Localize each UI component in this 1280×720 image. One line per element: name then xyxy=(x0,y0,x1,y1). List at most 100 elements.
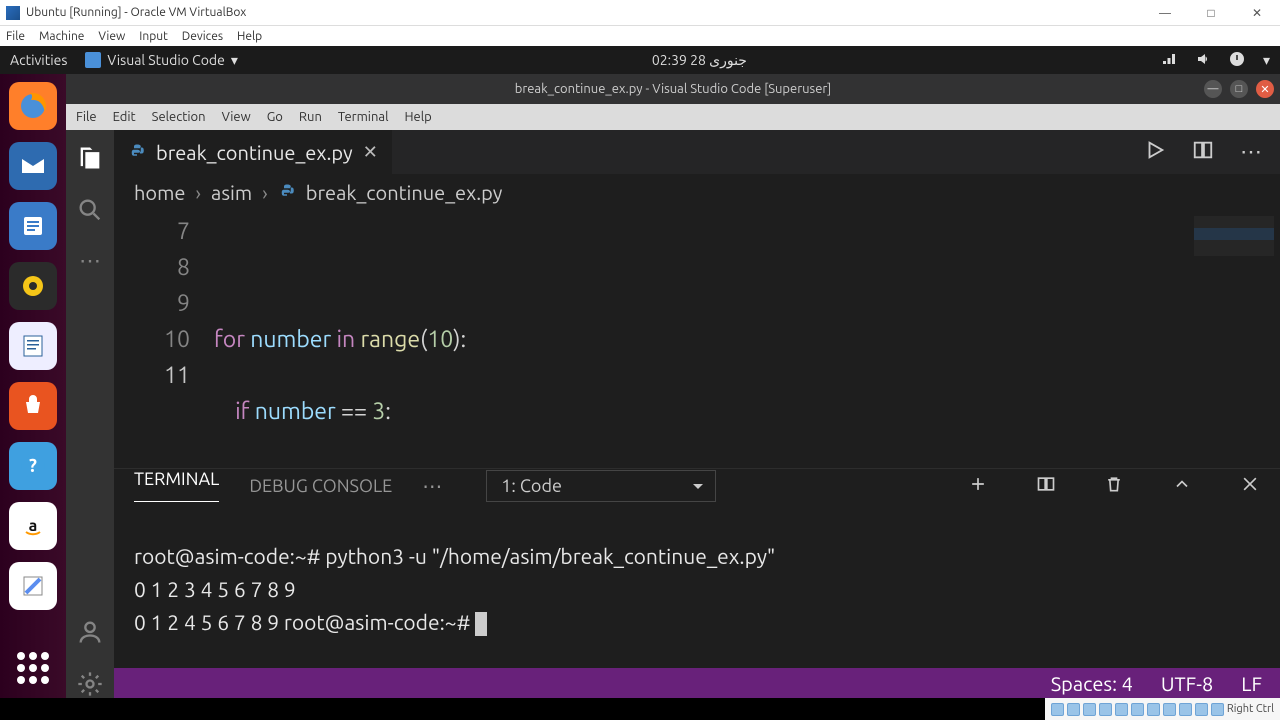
dock-firefox[interactable] xyxy=(9,82,57,130)
chevron-right-icon: › xyxy=(195,181,201,204)
network-icon[interactable] xyxy=(1161,51,1177,70)
dock-rhythmbox[interactable] xyxy=(9,262,57,310)
menu-go[interactable]: Go xyxy=(267,110,283,124)
menu-view[interactable]: View xyxy=(222,110,251,124)
dock-libreoffice-writer[interactable] xyxy=(9,322,57,370)
dock-ubuntu-software[interactable] xyxy=(9,382,57,430)
virtualbox-menubar: File Machine View Input Devices Help xyxy=(0,26,1280,46)
status-bar: Spaces: 4 UTF-8 LF xyxy=(114,668,1280,698)
volume-icon[interactable] xyxy=(1195,51,1211,70)
vbox-menu-view[interactable]: View xyxy=(98,30,125,43)
current-app-menu[interactable]: Visual Studio Code ▾ xyxy=(85,52,237,69)
vscode-titlebar: break_continue_ex.py - Visual Studio Cod… xyxy=(66,74,1280,104)
vbox-menu-devices[interactable]: Devices xyxy=(182,30,223,43)
menu-run[interactable]: Run xyxy=(299,110,322,124)
accounts-icon[interactable] xyxy=(76,618,104,646)
vbox-menu-input[interactable]: Input xyxy=(139,30,168,43)
status-encoding[interactable]: UTF-8 xyxy=(1161,672,1213,695)
tab-filename: break_continue_ex.py xyxy=(156,141,353,164)
panel-tab-debug-console[interactable]: DEBUG CONSOLE xyxy=(249,476,392,496)
svg-text:?: ? xyxy=(29,456,37,476)
breadcrumb-file[interactable]: break_continue_ex.py xyxy=(306,181,503,204)
python-file-icon xyxy=(128,143,146,161)
python-file-icon xyxy=(278,183,296,201)
vscode-maximize-button[interactable]: □ xyxy=(1230,80,1248,98)
settings-gear-icon[interactable] xyxy=(76,670,104,698)
panel-tab-terminal[interactable]: TERMINAL xyxy=(134,469,219,502)
power-icon[interactable] xyxy=(1229,51,1245,70)
vbox-close-button[interactable]: ✕ xyxy=(1234,0,1280,26)
editor-tabs: break_continue_ex.py ✕ ⋯ xyxy=(114,130,1280,174)
close-panel-icon[interactable] xyxy=(1240,474,1260,498)
vbox-status-icon[interactable] xyxy=(1147,703,1160,716)
run-file-icon[interactable] xyxy=(1144,139,1166,165)
split-editor-icon[interactable] xyxy=(1192,139,1214,165)
vbox-status-icon[interactable] xyxy=(1211,703,1224,716)
panel-tabs-more-icon[interactable]: ⋯ xyxy=(422,474,444,498)
dock-amazon[interactable]: a xyxy=(9,502,57,550)
vscode-close-button[interactable]: ✕ xyxy=(1256,80,1274,98)
vbox-status-icon[interactable] xyxy=(1083,703,1096,716)
tab-break-continue[interactable]: break_continue_ex.py ✕ xyxy=(114,130,392,174)
code-content[interactable]: for number in range(10): if number == 3:… xyxy=(214,210,1280,468)
kill-terminal-icon[interactable] xyxy=(1104,474,1124,498)
split-terminal-icon[interactable] xyxy=(1036,474,1056,498)
tab-close-icon[interactable]: ✕ xyxy=(363,142,378,163)
vbox-status-icon[interactable] xyxy=(1099,703,1112,716)
breadcrumb-home[interactable]: home xyxy=(134,181,185,204)
terminal-selector-label: 1: Code xyxy=(501,476,562,496)
dock-show-applications[interactable] xyxy=(13,648,53,688)
virtualbox-statusbar: Right Ctrl xyxy=(1045,698,1280,720)
line-numbers: 7 8 9 10 11 xyxy=(114,210,214,468)
vbox-status-icon[interactable] xyxy=(1179,703,1192,716)
breadcrumb[interactable]: home › asim › break_continue_ex.py xyxy=(114,174,1280,210)
terminal-selector[interactable]: 1: Code xyxy=(486,470,716,502)
terminal-cursor xyxy=(475,612,487,636)
bottom-panel: TERMINAL DEBUG CONSOLE ⋯ 1: Code root@as… xyxy=(114,468,1280,668)
vbox-status-icon[interactable] xyxy=(1163,703,1176,716)
virtualbox-title-text: Ubuntu [Running] - Oracle VM VirtualBox xyxy=(26,6,246,19)
menu-help[interactable]: Help xyxy=(404,110,431,124)
dock-app-blue[interactable] xyxy=(9,202,57,250)
vbox-status-icon[interactable] xyxy=(1115,703,1128,716)
vbox-status-icon[interactable] xyxy=(1051,703,1064,716)
current-app-label: Visual Studio Code xyxy=(107,52,224,68)
maximize-panel-icon[interactable] xyxy=(1172,474,1192,498)
dock-thunderbird[interactable] xyxy=(9,142,57,190)
chevron-down-icon: ▾ xyxy=(1263,52,1270,69)
vscode-minimize-button[interactable]: — xyxy=(1204,80,1222,98)
activities-button[interactable]: Activities xyxy=(10,52,67,68)
vbox-menu-file[interactable]: File xyxy=(6,30,25,43)
vscode-app-icon xyxy=(85,52,101,68)
vbox-maximize-button[interactable]: □ xyxy=(1188,0,1234,26)
editor-more-icon[interactable]: ⋯ xyxy=(1240,139,1262,165)
gnome-clock[interactable]: جنوری 28 02:39 xyxy=(652,52,747,69)
menu-file[interactable]: File xyxy=(76,110,97,124)
vbox-minimize-button[interactable]: — xyxy=(1142,0,1188,26)
menu-selection[interactable]: Selection xyxy=(152,110,206,124)
minimap[interactable] xyxy=(1194,216,1274,256)
status-eol[interactable]: LF xyxy=(1241,672,1262,695)
vbox-status-icon[interactable] xyxy=(1131,703,1144,716)
code-editor[interactable]: 7 8 9 10 11 for number in range(10): if … xyxy=(114,210,1280,468)
vscode-title-text: break_continue_ex.py - Visual Studio Cod… xyxy=(515,82,832,96)
vbox-status-icon[interactable] xyxy=(1067,703,1080,716)
gnome-top-bar: Activities Visual Studio Code ▾ جنوری 28… xyxy=(0,46,1280,74)
activity-bar: ⋯ xyxy=(66,130,114,698)
breadcrumb-asim[interactable]: asim xyxy=(211,181,252,204)
status-spaces[interactable]: Spaces: 4 xyxy=(1051,672,1133,695)
vbox-status-icon[interactable] xyxy=(1195,703,1208,716)
menu-edit[interactable]: Edit xyxy=(113,110,136,124)
virtualbox-titlebar: Ubuntu [Running] - Oracle VM VirtualBox … xyxy=(0,0,1280,26)
dock-text-editor[interactable] xyxy=(9,562,57,610)
explorer-icon[interactable] xyxy=(76,144,104,172)
vbox-menu-machine[interactable]: Machine xyxy=(39,30,84,43)
terminal-output[interactable]: root@asim-code:~# python3 -u "/home/asim… xyxy=(114,502,1280,677)
new-terminal-icon[interactable] xyxy=(968,474,988,498)
search-icon[interactable] xyxy=(76,196,104,224)
menu-terminal[interactable]: Terminal xyxy=(338,110,389,124)
svg-text:a: a xyxy=(29,517,38,535)
dock-help[interactable]: ? xyxy=(9,442,57,490)
more-icon[interactable]: ⋯ xyxy=(76,248,104,276)
vbox-menu-help[interactable]: Help xyxy=(237,30,262,43)
